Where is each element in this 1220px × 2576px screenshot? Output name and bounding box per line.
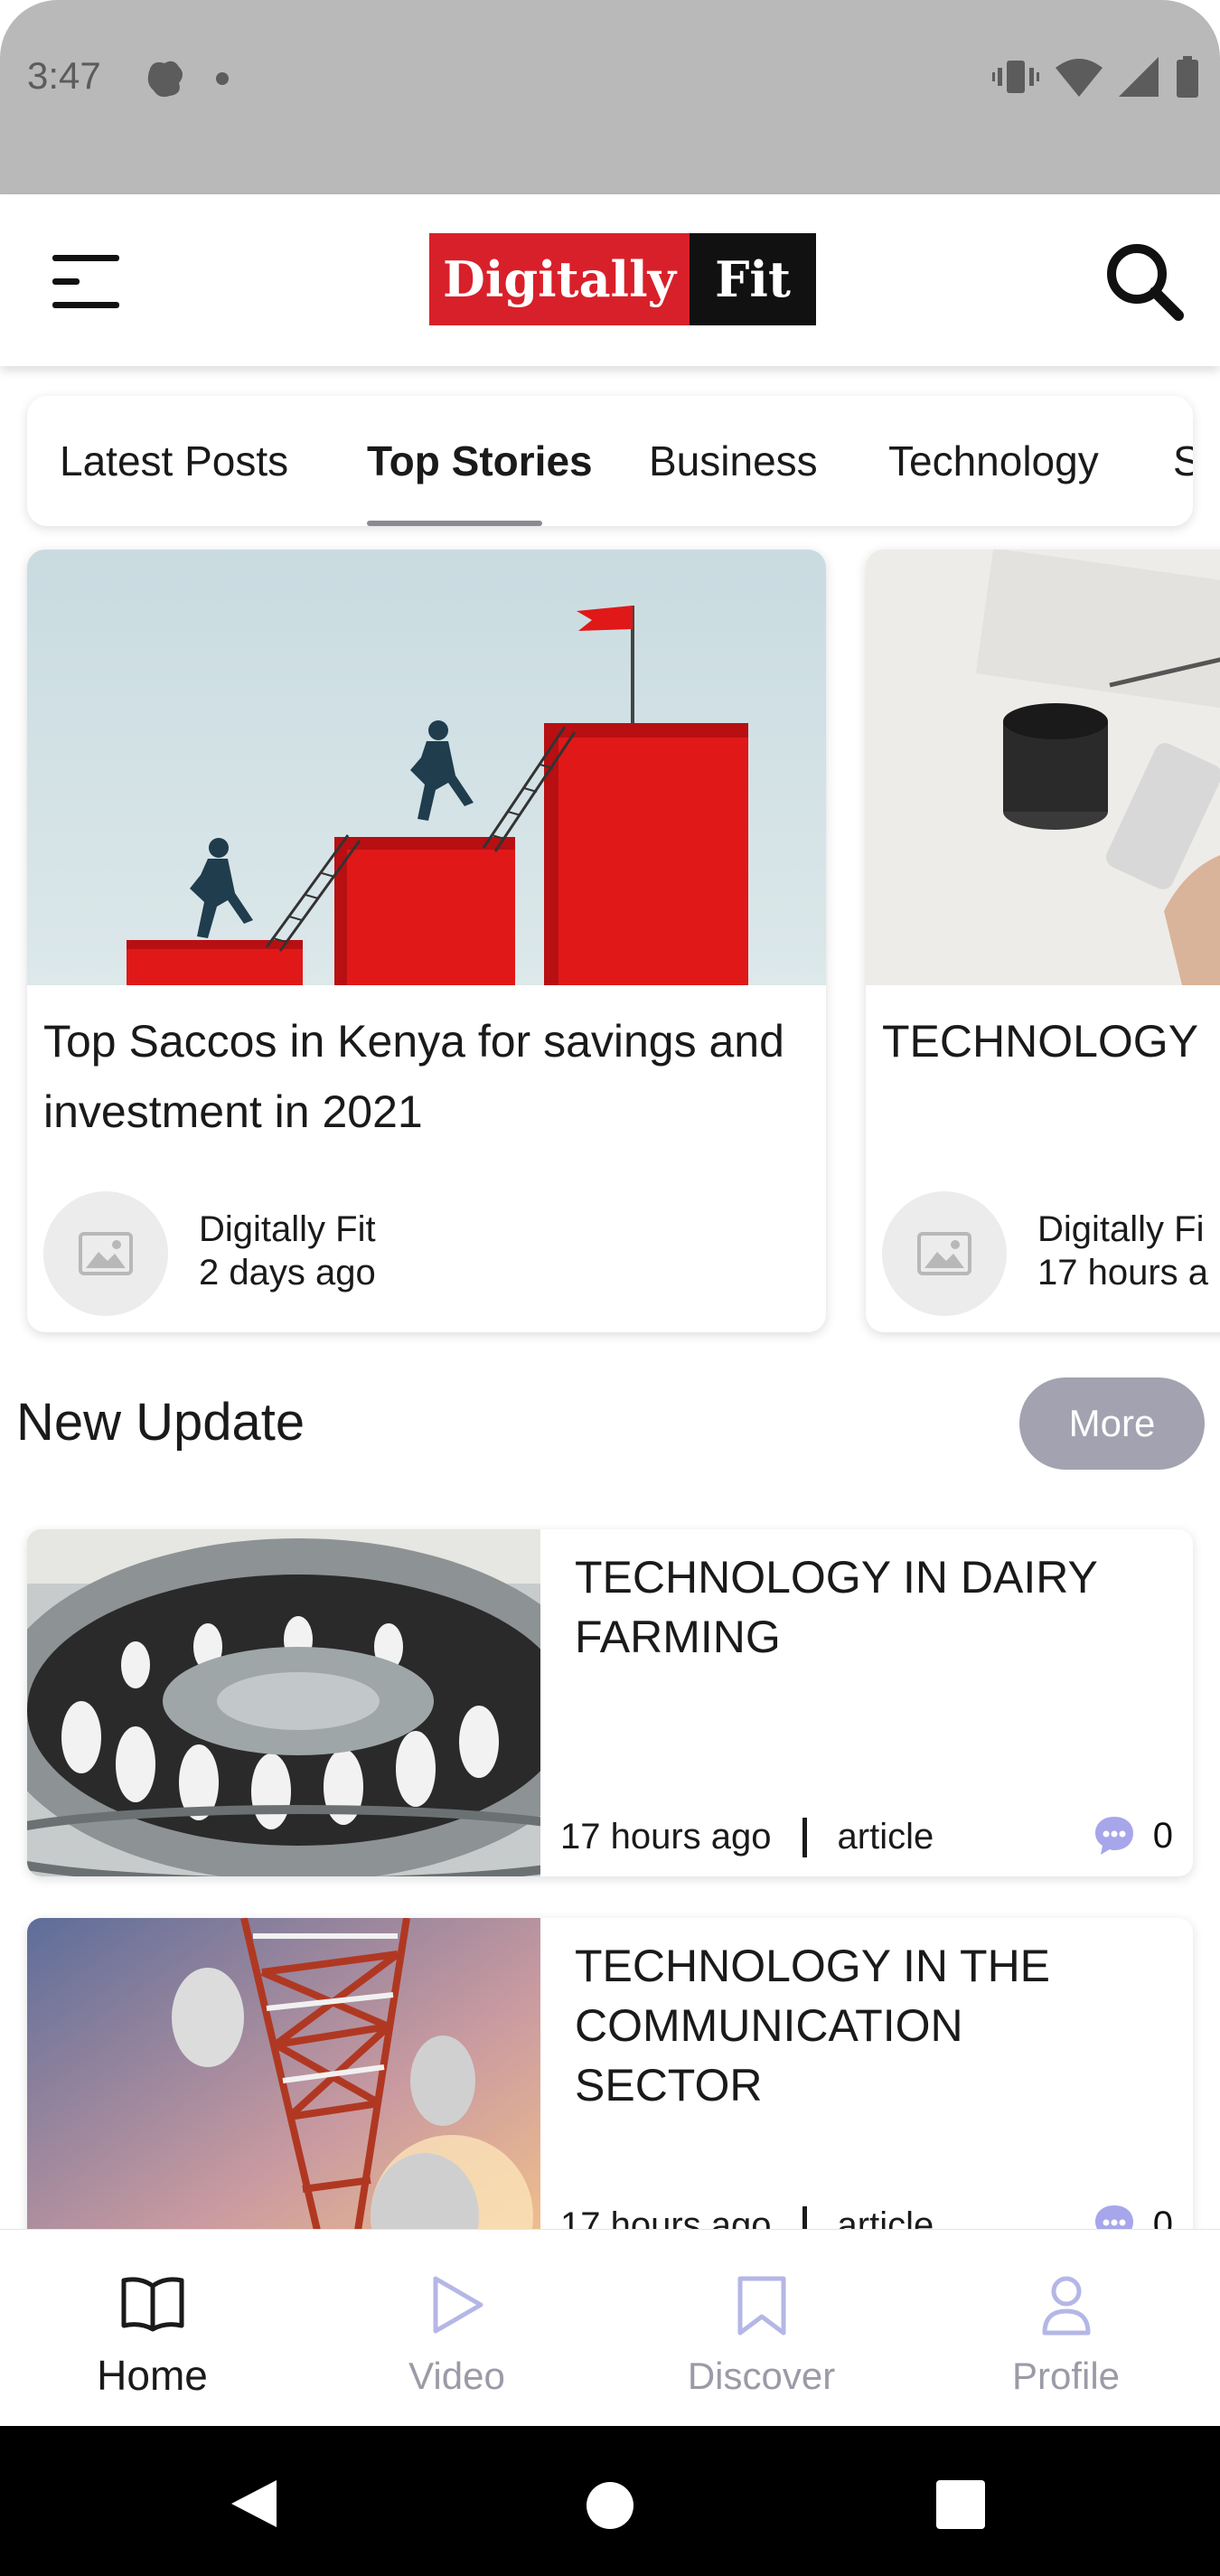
article-thumbnail — [866, 550, 1220, 985]
logo-text-digitally: Digitally — [429, 233, 690, 325]
article-thumbnail — [27, 1529, 540, 1876]
bookmark-icon — [737, 2276, 785, 2336]
nav-profile-label: Profile — [1011, 2355, 1121, 2397]
category-tabs: Latest Posts Top Stories Business Techno… — [27, 396, 1193, 526]
author-avatar — [882, 1191, 1007, 1316]
featured-title: Top Saccos in Kenya for savings and inve… — [43, 1016, 784, 1137]
nav-profile[interactable]: Profile — [914, 2230, 1218, 2427]
list-item-meta: 17 hours ago article — [560, 1817, 934, 1857]
book-icon — [121, 2277, 183, 2332]
post-time: 17 hours ago — [560, 1817, 772, 1857]
article-thumbnail — [27, 1918, 540, 2265]
meta-divider — [802, 1817, 807, 1857]
list-item[interactable]: TECHNOLOGY IN THE COMMUNICATION SECTOR 1… — [27, 1918, 1193, 2265]
nav-video[interactable]: Video — [305, 2230, 609, 2427]
tab-technology[interactable]: Technology — [888, 437, 1099, 485]
play-icon — [433, 2276, 483, 2334]
signal-icon — [1119, 57, 1159, 97]
featured-title: TECHNOLOGY — [882, 1016, 1199, 1067]
system-navigation-bar — [0, 2426, 1220, 2576]
recents-icon[interactable] — [936, 2480, 985, 2529]
nav-video-label: Video — [408, 2355, 505, 2397]
post-type: article — [837, 1817, 934, 1857]
dot-icon — [216, 72, 229, 85]
search-icon[interactable] — [1103, 240, 1184, 321]
battery-icon — [1177, 56, 1198, 98]
status-time: 3:47 — [27, 54, 101, 97]
menu-icon[interactable] — [51, 253, 123, 311]
featured-card[interactable]: TECHNOLOGY Digitally Fi 17 hours a — [866, 550, 1220, 1332]
nav-discover[interactable]: Discover — [609, 2230, 914, 2427]
tab-partial[interactable]: S — [1173, 437, 1193, 485]
author-name: Digitally Fit — [199, 1209, 376, 1249]
list-item-title: TECHNOLOGY IN THE COMMUNICATION SECTOR — [575, 1941, 1051, 2111]
status-bar: 3:47 — [0, 0, 1220, 194]
vibrate-icon — [992, 61, 1039, 93]
wifi-icon — [1056, 59, 1103, 97]
back-icon[interactable] — [228, 2477, 280, 2531]
comment-count[interactable]: 0 — [1092, 1813, 1173, 1858]
featured-card[interactable]: Top Saccos in Kenya for savings and inve… — [27, 550, 826, 1332]
more-button[interactable]: More — [1019, 1377, 1205, 1470]
article-thumbnail — [27, 550, 826, 985]
nav-home[interactable]: Home — [0, 2230, 305, 2427]
notification-app-icon — [147, 61, 183, 98]
active-tab-indicator — [367, 521, 542, 526]
image-placeholder-icon — [917, 1232, 971, 1275]
tab-top-stories[interactable]: Top Stories — [367, 437, 593, 485]
comment-count-value: 0 — [1152, 1815, 1173, 1856]
user-icon — [1042, 2276, 1090, 2336]
nav-discover-label: Discover — [687, 2355, 836, 2397]
home-icon[interactable] — [585, 2480, 635, 2531]
nav-home-label: Home — [97, 2352, 208, 2399]
logo-text-fit: Fit — [690, 233, 816, 325]
section-title: New Update — [16, 1393, 305, 1452]
list-item[interactable]: TECHNOLOGY IN DAIRY FARMING 17 hours ago… — [27, 1529, 1193, 1876]
author-avatar — [43, 1191, 168, 1316]
post-time: 17 hours a — [1037, 1253, 1209, 1293]
bottom-navigation: Home Video Discover Profile — [0, 2229, 1220, 2426]
app-logo: Digitally Fit — [429, 233, 816, 325]
post-time: 2 days ago — [199, 1253, 376, 1293]
image-placeholder-icon — [79, 1232, 133, 1275]
tab-latest-posts[interactable]: Latest Posts — [60, 437, 288, 485]
tab-business[interactable]: Business — [649, 437, 818, 485]
author-name: Digitally Fi — [1037, 1209, 1205, 1249]
comment-icon — [1094, 1817, 1133, 1855]
list-item-title: TECHNOLOGY IN DAIRY FARMING — [575, 1552, 1097, 1662]
